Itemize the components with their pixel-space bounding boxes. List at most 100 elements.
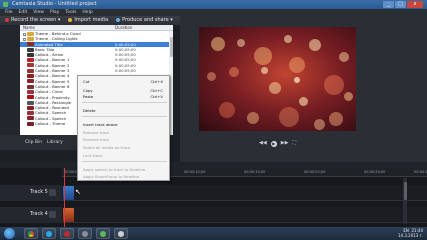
ruler-tick-label: 00:00:10;00 [184,170,206,174]
tab-clip-bin[interactable]: Clip Bin [25,140,42,145]
preview-canvas[interactable] [199,27,356,131]
context-menu-item[interactable]: Remove track [78,129,169,136]
taskbar-skype-icon[interactable] [42,228,56,239]
menu-play[interactable]: Play [50,9,59,16]
ruler-tick-label: 00:00:25;00 [364,170,386,174]
media-thumbnail [27,63,34,68]
clip-name: Callout - Theme [35,121,66,127]
expand-icon[interactable]: + [23,32,27,36]
bokeh-light [339,52,349,62]
bokeh-light [269,82,281,94]
bokeh-light [294,77,300,83]
timeline-scrollbar[interactable] [403,178,407,224]
skip-forward-icon[interactable]: ▶▶ [281,139,289,148]
start-button[interactable] [4,228,15,239]
produce-label: Produce and share [122,17,169,23]
ruler-tick-label: 00:00:20;00 [304,170,326,174]
menu-edit[interactable]: Edit [19,9,28,16]
playback-controls: ◀◀ ▶ ▶▶ ⛶ [199,139,356,148]
record-screen-button[interactable]: Record the screen ▾ [2,16,63,25]
bokeh-light [219,102,235,118]
context-menu-item[interactable]: Insert track above [78,121,169,128]
context-menu-item[interactable]: Lock track [78,152,169,159]
import-label: Import media [74,17,109,23]
media-thumbnail [27,47,34,52]
import-icon [68,17,73,22]
bokeh-light [299,97,308,106]
media-thumbnail [27,52,34,57]
taskbar-chrome-icon[interactable] [24,228,38,239]
skip-back-icon[interactable]: ◀◀ [259,139,267,148]
left-panel-strip [0,25,20,135]
context-menu-shortcut: Ctrl+X [150,79,163,84]
menu-view[interactable]: View [33,9,44,16]
bokeh-light [284,35,292,43]
context-menu-item[interactable]: Paste Ctrl+V [78,93,169,100]
taskbar-camtasia-icon[interactable] [96,228,110,239]
folder-icon [27,31,34,36]
track-label[interactable]: Track 4 [30,211,48,217]
minimize-button[interactable]: _ [383,1,394,8]
track-visibility-icon[interactable] [49,189,56,196]
context-menu-label: Insert track above [83,122,118,127]
track-label[interactable]: Track 5 [30,189,48,195]
context-menu-label: Rename track [83,137,110,142]
menu-separator [82,102,167,103]
media-thumbnail [27,68,34,73]
track-visibility-icon[interactable] [49,211,56,218]
context-menu-item[interactable]: Select all media on track [78,144,169,151]
produce-share-button[interactable]: Produce and share ▾ [113,16,176,25]
context-menu-item[interactable]: Apply search to track to timeline [78,166,169,173]
media-thumbnail [27,121,34,126]
scrollbar-thumb[interactable] [169,37,173,57]
tab-library[interactable]: Library [47,140,63,145]
scrollbar-thumb[interactable] [403,182,407,200]
playhead[interactable] [64,168,65,227]
media-thumbnail [27,74,34,79]
context-menu-item[interactable]: Cut Ctrl+X [78,78,169,85]
context-menu-label: Select all media on track [83,145,131,150]
media-thumbnail [27,58,34,63]
context-menu-label: Delete [83,108,96,113]
window-title: Camtasia Studio - Untitled project [12,1,97,7]
ruler-tick-label: 00:00:15;00 [244,170,266,174]
bokeh-light [344,92,353,101]
context-menu-label: Apply search to track to timeline [83,167,146,172]
context-menu-item[interactable]: Apply SmartFocus to timeline [78,173,169,180]
record-icon [5,17,9,22]
taskbar-app-icon[interactable] [114,228,128,239]
media-thumbnail [27,105,34,110]
context-menu-item[interactable]: Rename track [78,136,169,143]
menu-bar: File Edit View Play Tools Help [0,9,427,16]
context-menu-shortcut: Ctrl+V [150,94,163,99]
media-thumbnail [27,84,34,89]
media-thumbnail [27,95,34,100]
bokeh-light [324,75,344,95]
media-thumbnail [27,42,34,47]
fullscreen-icon[interactable]: ⛶ [292,139,296,148]
close-button[interactable]: x [407,1,423,8]
maximize-button[interactable]: □ [395,1,406,8]
bokeh-light [237,39,245,47]
menu-file[interactable]: File [5,9,13,16]
main-toolbar: Record the screen ▾ Import media Produce… [0,16,180,25]
bokeh-light [261,67,268,74]
context-menu-item[interactable]: Delete [78,107,169,114]
menu-separator [82,161,167,162]
taskbar-app-icon[interactable] [78,228,92,239]
context-menu: Cut Ctrl+X Copy Ctrl+C Paste Ctrl+V Delete Inse… [77,75,170,181]
taskbar-app-icon[interactable] [60,228,74,239]
menu-help[interactable]: Help [82,9,92,16]
collapse-icon[interactable]: - [23,37,26,41]
import-media-button[interactable]: Import media [65,16,111,25]
record-label: Record the screen [11,17,57,23]
context-menu-label: Paste [83,94,94,99]
bokeh-light [309,39,321,51]
ruler-tick-label: 00:00:30;00 [414,170,427,174]
media-thumbnail [27,79,34,84]
menu-tools[interactable]: Tools [65,9,76,16]
bokeh-light [229,67,239,77]
bokeh-light [247,112,259,124]
menu-separator [82,116,167,117]
play-icon[interactable]: ▶ [270,140,277,147]
